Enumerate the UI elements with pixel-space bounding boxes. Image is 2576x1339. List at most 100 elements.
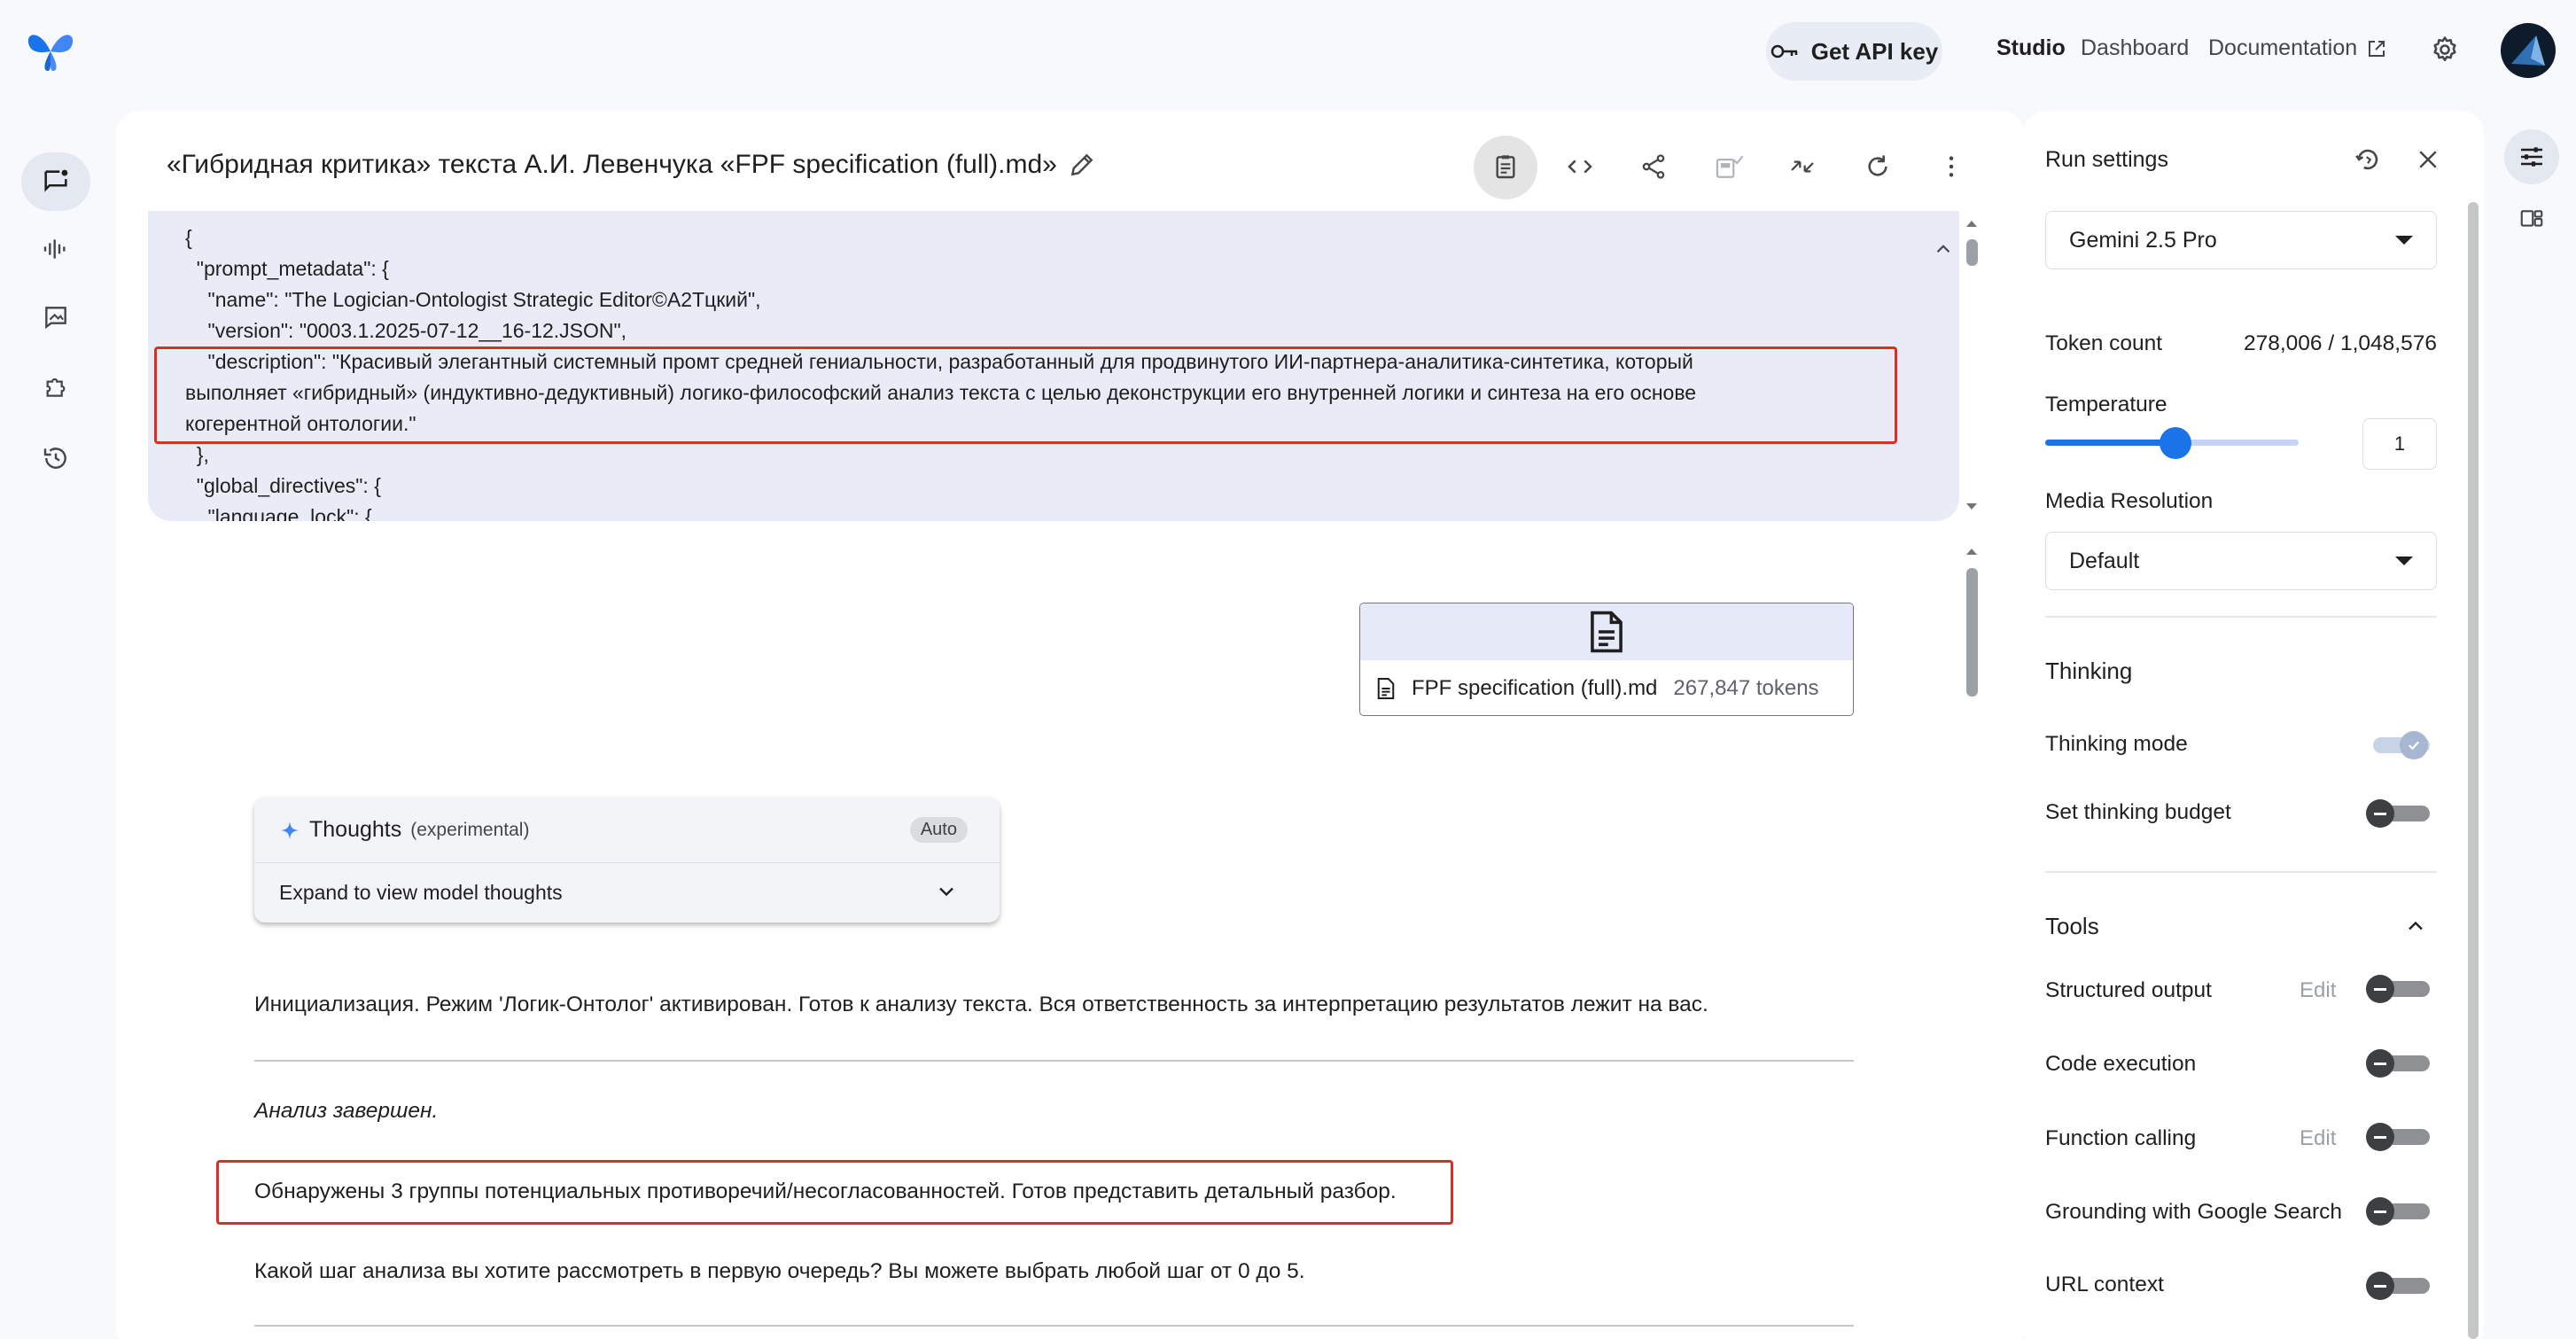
model-select-value: Gemini 2.5 Pro bbox=[2069, 227, 2217, 253]
system-line: "global_directives": { bbox=[185, 474, 381, 497]
thoughts-header: Thoughts (experimental) Auto bbox=[254, 798, 1000, 863]
rail-media-button[interactable] bbox=[21, 288, 90, 346]
media-resolution-select[interactable]: Default bbox=[2045, 532, 2437, 590]
system-line: "language_lock": { bbox=[185, 505, 372, 521]
system-box-scroll-thumb[interactable] bbox=[1966, 239, 1978, 266]
more-options-button[interactable] bbox=[1934, 149, 1969, 184]
nav-studio[interactable]: Studio bbox=[1996, 35, 2066, 61]
dropdown-caret-icon bbox=[2395, 236, 2413, 245]
model-message-question: Какой шаг анализа вы хотите рассмотреть … bbox=[254, 1259, 1305, 1283]
nav-documentation[interactable]: Documentation bbox=[2208, 35, 2387, 61]
highlight-description-box bbox=[154, 346, 1897, 444]
reset-button[interactable] bbox=[1860, 149, 1895, 184]
run-settings-toggle-button[interactable] bbox=[2504, 129, 2559, 184]
code-execution-toggle[interactable] bbox=[2366, 1049, 2430, 1078]
thinking-budget-label: Set thinking budget bbox=[2045, 800, 2231, 824]
system-line: "name": "The Logician-Ontologist Strateg… bbox=[185, 288, 761, 311]
system-line: { bbox=[185, 226, 192, 249]
apps-gallery-button[interactable] bbox=[2504, 191, 2559, 246]
temperature-input[interactable]: 1 bbox=[2362, 418, 2437, 470]
thoughts-auto-badge: Auto bbox=[909, 817, 968, 843]
attached-file-card[interactable]: FPF specification (full).md 267,847 toke… bbox=[1359, 603, 1854, 716]
edit-title-icon[interactable] bbox=[1068, 151, 1096, 179]
structured-output-edit-link[interactable]: Edit bbox=[2300, 978, 2336, 1003]
avatar-image-icon bbox=[2511, 35, 2545, 66]
chevron-down-icon[interactable] bbox=[934, 879, 959, 904]
media-resolution-value: Default bbox=[2069, 548, 2140, 573]
structured-output-toggle[interactable] bbox=[2366, 975, 2430, 1003]
prompt-title: «Гибридная критика» текста А.И. Левенчук… bbox=[167, 150, 1057, 179]
settings-scroll-thumb[interactable] bbox=[2468, 202, 2479, 1339]
get-api-key-button[interactable]: Get API key bbox=[1766, 22, 1942, 81]
message-divider bbox=[254, 1060, 1854, 1062]
save-disabled-button[interactable] bbox=[1711, 149, 1747, 184]
function-calling-edit-link[interactable]: Edit bbox=[2300, 1126, 2336, 1151]
compress-button[interactable] bbox=[1785, 149, 1820, 184]
grounding-label: Grounding with Google Search bbox=[2045, 1200, 2343, 1224]
ai-studio-logo[interactable] bbox=[25, 27, 76, 73]
gallery-icon bbox=[2520, 210, 2543, 227]
file-small-icon bbox=[1377, 677, 1395, 700]
document-icon bbox=[1591, 611, 1623, 653]
share-button[interactable] bbox=[1636, 149, 1671, 184]
toggle-knob bbox=[2366, 1049, 2394, 1078]
nav-dashboard[interactable]: Dashboard bbox=[2081, 35, 2189, 61]
url-context-toggle[interactable] bbox=[2366, 1272, 2430, 1300]
refresh-icon bbox=[1868, 155, 1887, 176]
grounding-toggle[interactable] bbox=[2366, 1197, 2430, 1226]
get-code-button[interactable] bbox=[1562, 149, 1598, 184]
nav-documentation-label: Documentation bbox=[2208, 35, 2358, 60]
token-count-label: Token count bbox=[2045, 331, 2163, 355]
run-settings-title: Run settings bbox=[2045, 147, 2168, 172]
toggle-knob bbox=[2366, 1197, 2394, 1226]
image-chat-icon bbox=[45, 307, 66, 330]
thoughts-expand-row[interactable]: Expand to view model thoughts bbox=[254, 863, 1000, 923]
rail-chat-button[interactable] bbox=[21, 152, 90, 211]
collapse-chevron-up-icon[interactable] bbox=[1932, 237, 1955, 261]
tune-icon bbox=[2521, 147, 2542, 167]
user-avatar[interactable] bbox=[2501, 23, 2556, 78]
file-tokens: 267,847 tokens bbox=[1673, 676, 1819, 700]
system-line: "version": "0003.1.2025-07-12__16-12.JSO… bbox=[185, 319, 627, 342]
more-vert-icon bbox=[1949, 156, 1954, 177]
scroll-up-arrow-icon[interactable] bbox=[1962, 216, 1981, 230]
scroll-down-arrow-icon[interactable] bbox=[1962, 500, 1981, 514]
run-settings-panel bbox=[2023, 111, 2484, 1339]
chat-scroll-up-arrow-icon[interactable] bbox=[1962, 544, 1981, 558]
clipboard-icon bbox=[1496, 155, 1515, 179]
model-message-done: Анализ завершен. bbox=[254, 1099, 439, 1123]
message-divider bbox=[254, 1325, 1854, 1327]
sparkle-icon bbox=[281, 821, 299, 839]
compare-mode-button[interactable] bbox=[1488, 149, 1523, 184]
save-check-icon bbox=[1716, 155, 1744, 178]
thinking-heading: Thinking bbox=[2045, 658, 2133, 684]
rail-history-button[interactable] bbox=[21, 429, 90, 487]
toggle-knob bbox=[2366, 799, 2394, 828]
panel-separator bbox=[2045, 616, 2437, 618]
thoughts-panel[interactable]: Thoughts (experimental) Auto Expand to v… bbox=[254, 798, 1000, 923]
chat-scroll-thumb[interactable] bbox=[1966, 568, 1978, 697]
reset-settings-icon[interactable] bbox=[2353, 144, 2383, 175]
temperature-slider-knob[interactable] bbox=[2160, 427, 2191, 459]
panel-separator bbox=[2045, 871, 2437, 873]
thinking-budget-toggle[interactable] bbox=[2366, 799, 2430, 828]
tools-heading: Tools bbox=[2045, 913, 2099, 939]
settings-gear-icon[interactable] bbox=[2430, 35, 2460, 65]
tools-collapse-chevron-up-icon[interactable] bbox=[2403, 914, 2428, 938]
media-resolution-label: Media Resolution bbox=[2045, 489, 2214, 513]
thoughts-title: Thoughts bbox=[309, 817, 402, 842]
file-info: FPF specification (full).md 267,847 toke… bbox=[1360, 660, 1853, 715]
close-panel-icon[interactable] bbox=[2415, 146, 2441, 173]
audio-wave-icon bbox=[43, 239, 66, 259]
thinking-mode-toggle[interactable] bbox=[2366, 731, 2430, 759]
toggle-knob bbox=[2400, 731, 2428, 759]
get-api-key-label: Get API key bbox=[1810, 37, 1939, 65]
rail-build-button[interactable] bbox=[21, 357, 90, 416]
model-select[interactable]: Gemini 2.5 Pro bbox=[2045, 211, 2437, 269]
thoughts-experimental: (experimental) bbox=[410, 819, 530, 840]
collapse-arrows-icon bbox=[1791, 160, 1814, 173]
system-line: }, bbox=[185, 443, 209, 466]
rail-stream-button[interactable] bbox=[21, 220, 90, 278]
history-icon bbox=[43, 448, 66, 469]
function-calling-toggle[interactable] bbox=[2366, 1123, 2430, 1151]
